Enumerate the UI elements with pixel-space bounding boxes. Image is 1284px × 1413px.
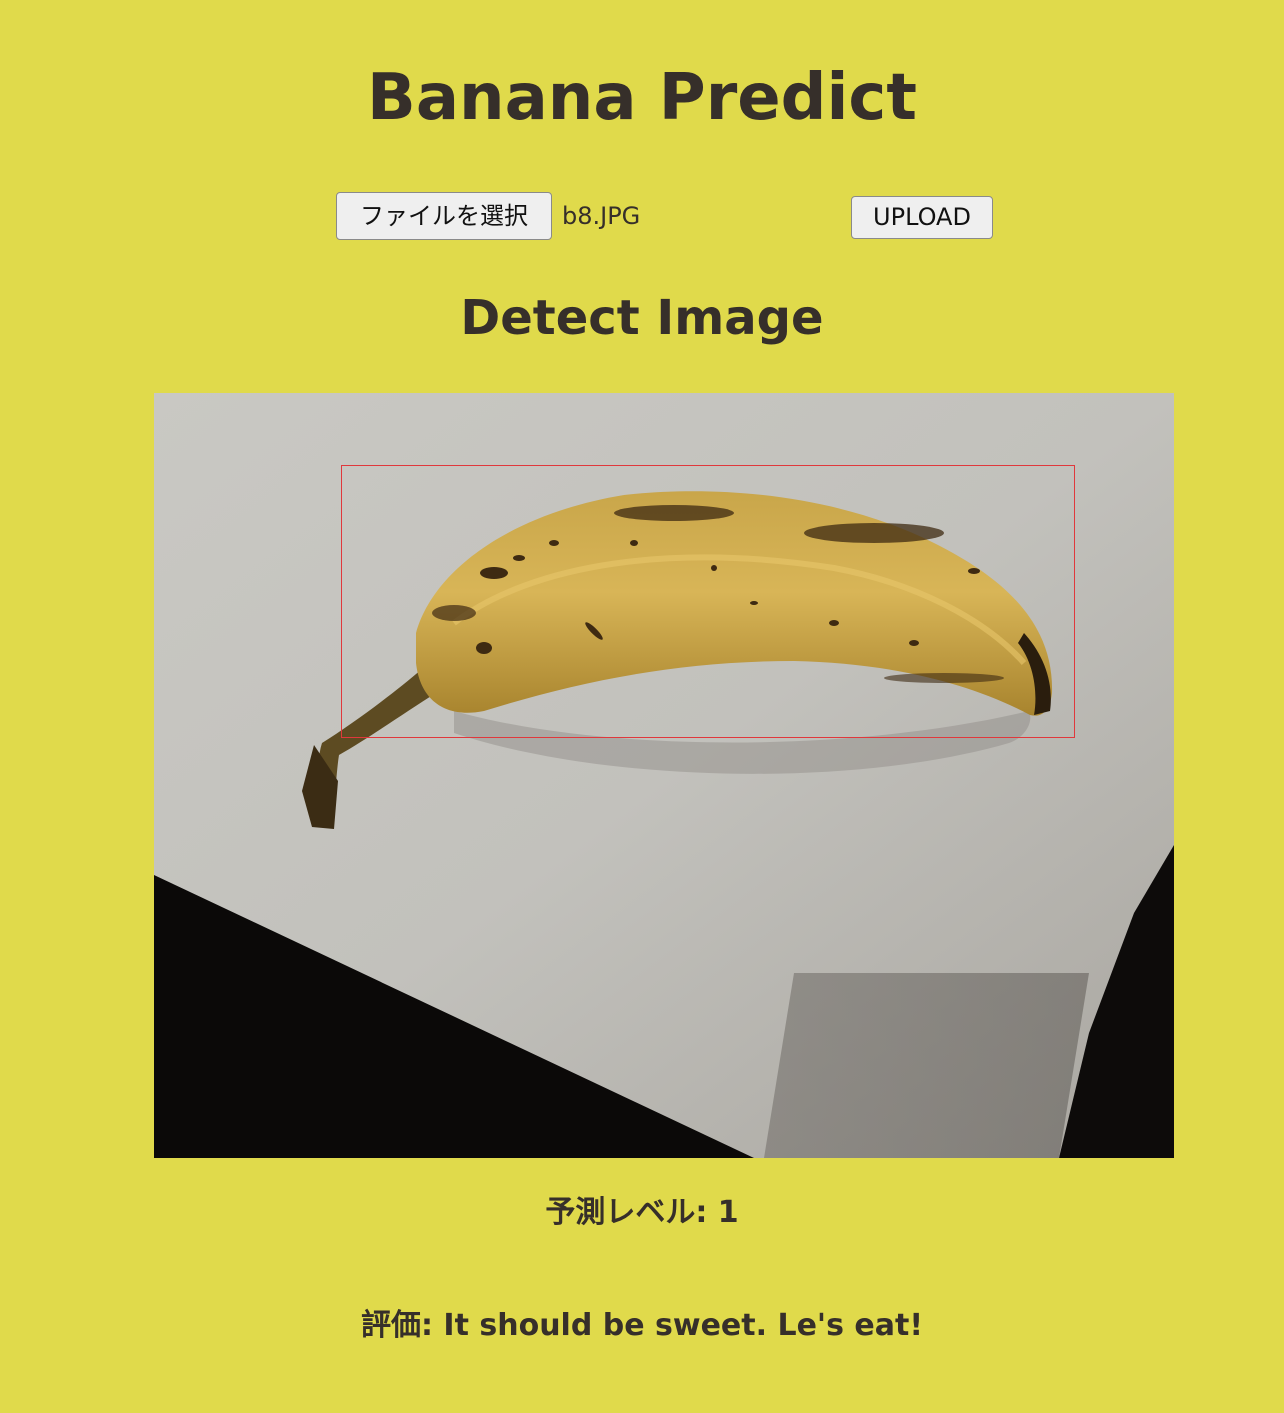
- detected-banana-image: [154, 393, 1174, 1158]
- upload-button[interactable]: UPLOAD: [851, 196, 993, 239]
- page: Banana Predict ファイルを選択 b8.JPG UPLOAD Det…: [0, 0, 1284, 1413]
- prediction-level: 予測レベル: 1: [0, 1193, 1284, 1233]
- upload-form: ファイルを選択 b8.JPG UPLOAD: [336, 192, 996, 242]
- evaluation: 評価: It should be sweet. Le's eat!: [0, 1306, 1284, 1346]
- prediction-level-label: 予測レベル:: [545, 1195, 708, 1230]
- page-title: Banana Predict: [367, 61, 917, 135]
- evaluation-text: It should be sweet. Le's eat!: [443, 1308, 924, 1343]
- selected-file-name: b8.JPG: [562, 202, 641, 230]
- evaluation-label: 評価:: [360, 1308, 433, 1343]
- choose-file-button[interactable]: ファイルを選択: [336, 192, 552, 240]
- detect-image-heading: Detect Image: [460, 290, 824, 346]
- prediction-level-value: 1: [717, 1195, 739, 1230]
